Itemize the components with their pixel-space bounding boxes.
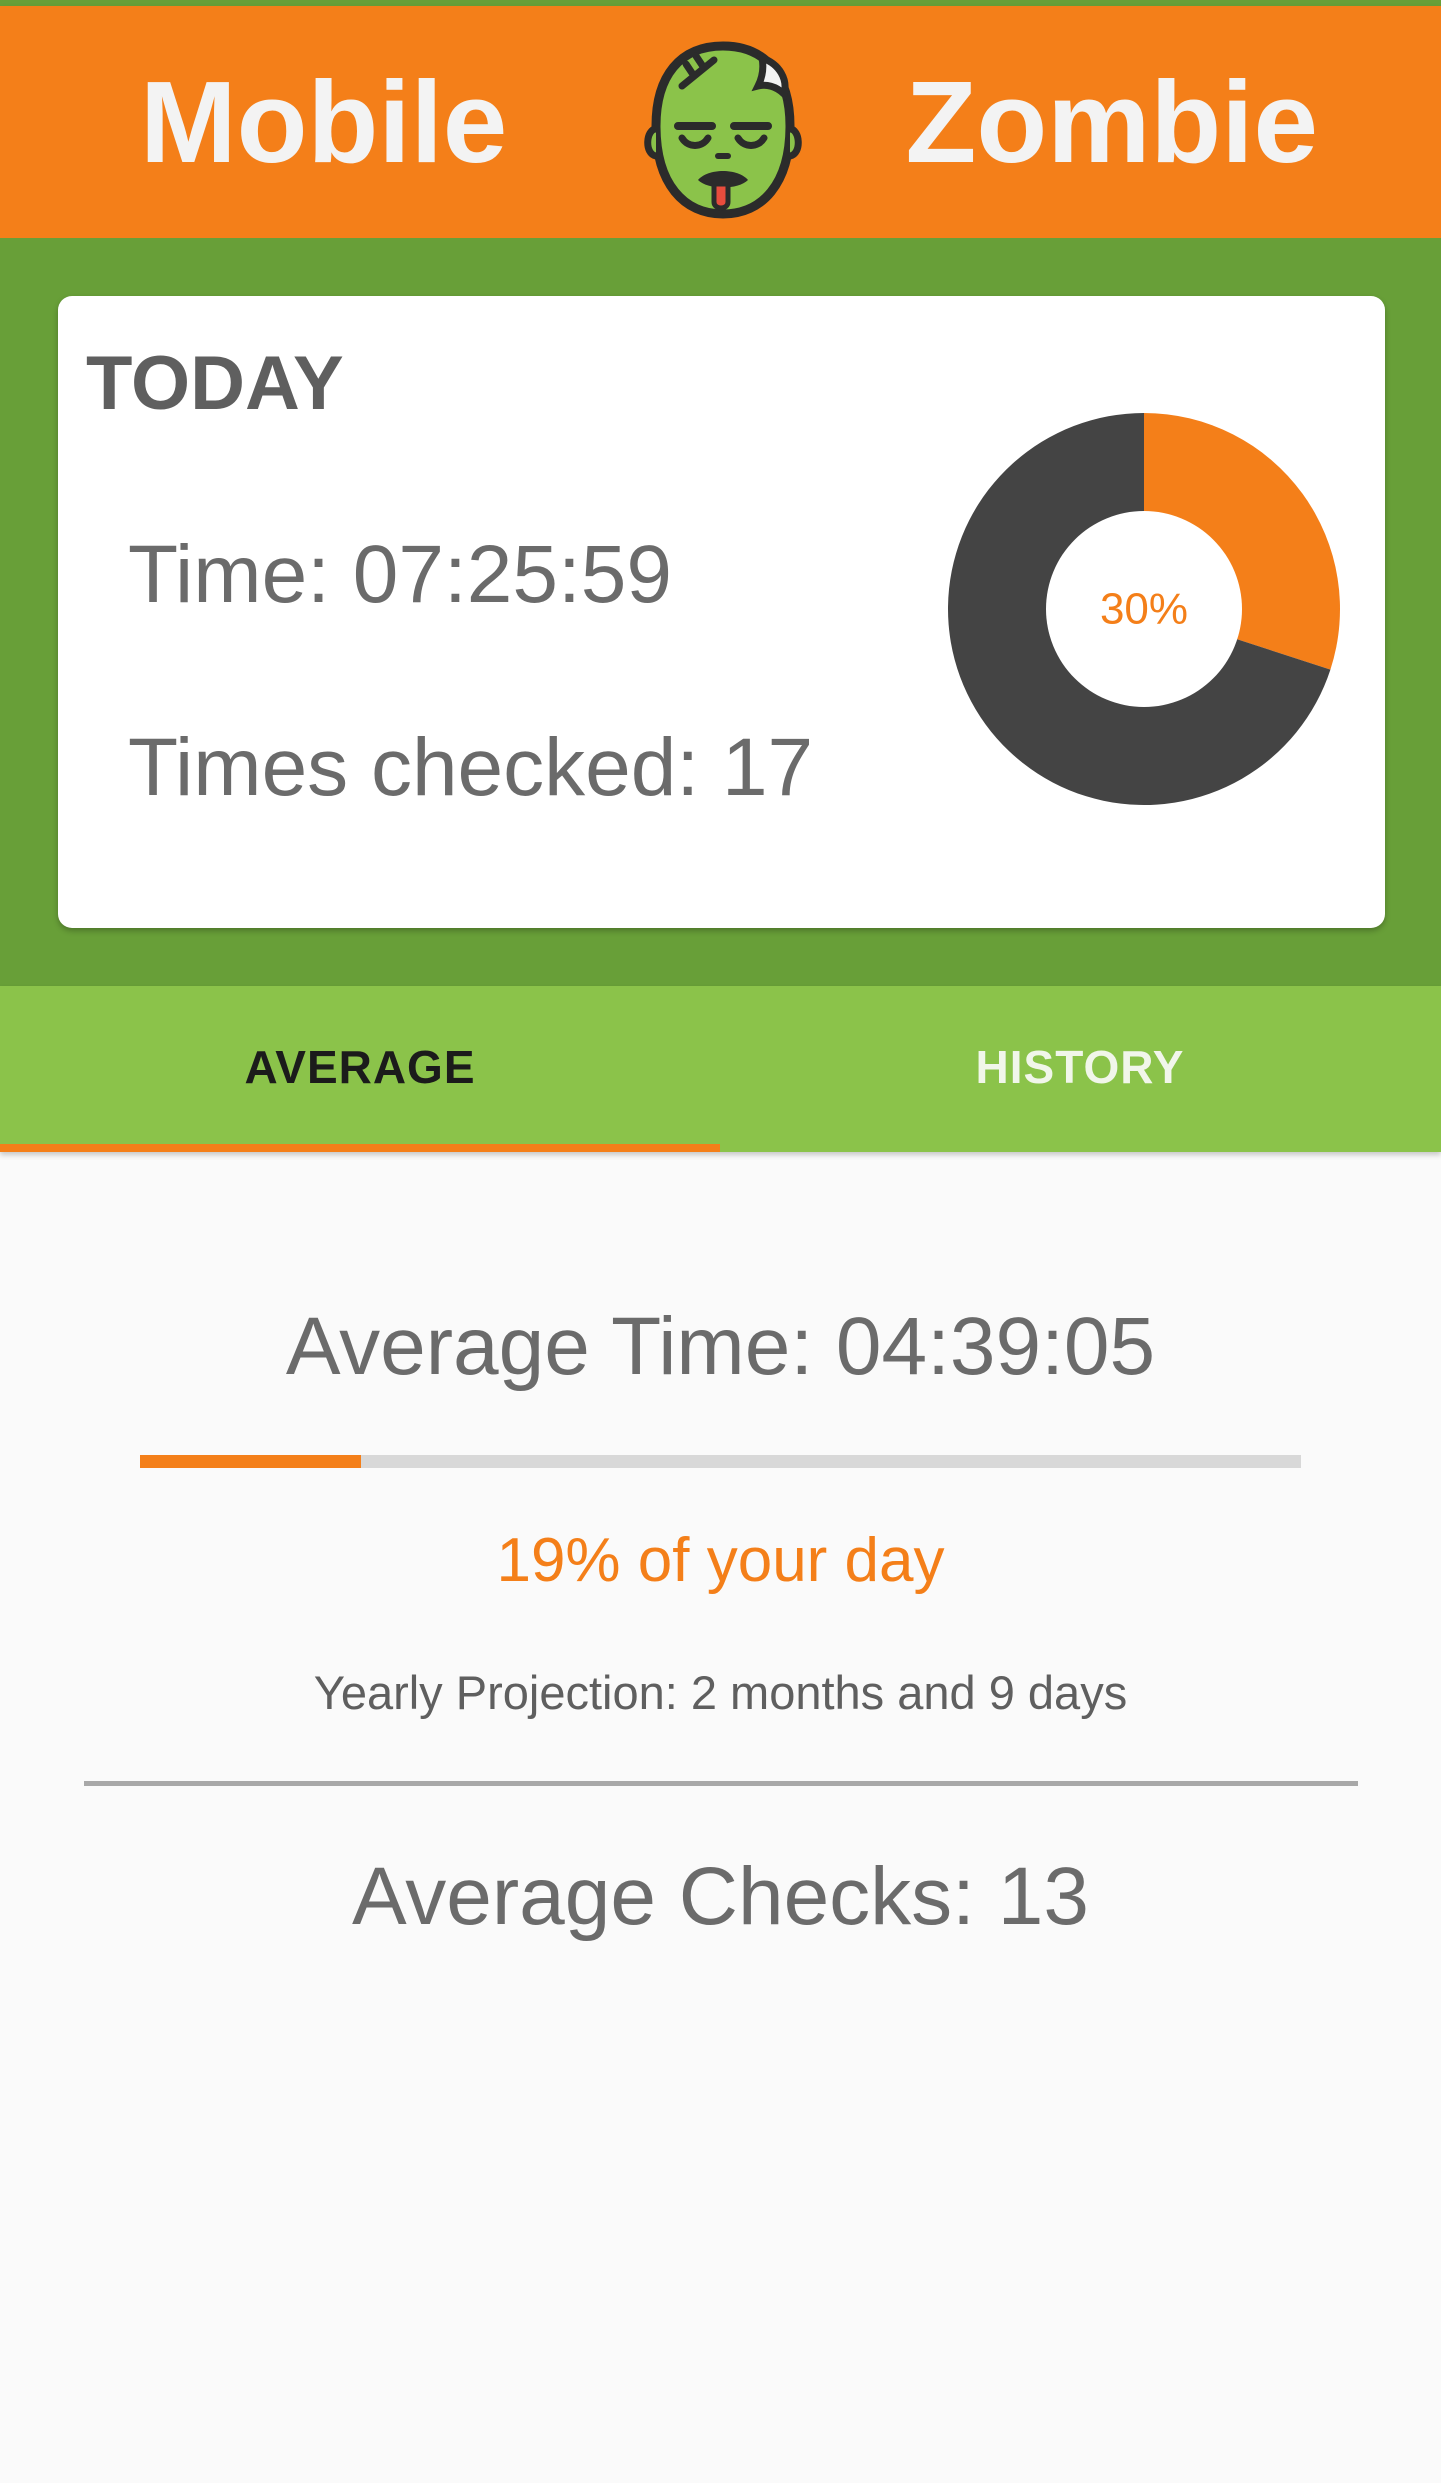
section-divider bbox=[84, 1781, 1358, 1786]
average-checks: Average Checks: 13 bbox=[352, 1851, 1089, 1942]
app-bar: Mobile Zombie bbox=[0, 6, 1441, 238]
yearly-projection: Yearly Projection: 2 months and 9 days bbox=[313, 1666, 1128, 1719]
app-title-left: Mobile bbox=[140, 57, 508, 187]
tab-indicator bbox=[0, 1144, 720, 1152]
tab-average[interactable]: AVERAGE bbox=[0, 986, 720, 1152]
donut-center-label: 30% bbox=[1100, 585, 1188, 634]
today-card: TODAY Time: 07:25:59 Times checked: 17 3… bbox=[58, 296, 1385, 928]
today-time: Time: 07:25:59 bbox=[128, 529, 672, 620]
tab-history[interactable]: HISTORY bbox=[720, 986, 1440, 1152]
today-title: TODAY bbox=[86, 341, 344, 426]
percent-of-day: 19% of your day bbox=[496, 1526, 945, 1595]
day-progress-fill bbox=[140, 1455, 361, 1468]
today-checks: Times checked: 17 bbox=[128, 722, 814, 813]
app-title-right: Zombie bbox=[905, 57, 1318, 187]
zombie-face-icon bbox=[644, 41, 802, 219]
day-progress-bar bbox=[140, 1455, 1301, 1468]
average-time: Average Time: 04:39:05 bbox=[285, 1301, 1156, 1392]
tab-bar: AVERAGE HISTORY bbox=[0, 986, 1441, 1152]
today-donut-chart: 30% bbox=[948, 413, 1340, 805]
